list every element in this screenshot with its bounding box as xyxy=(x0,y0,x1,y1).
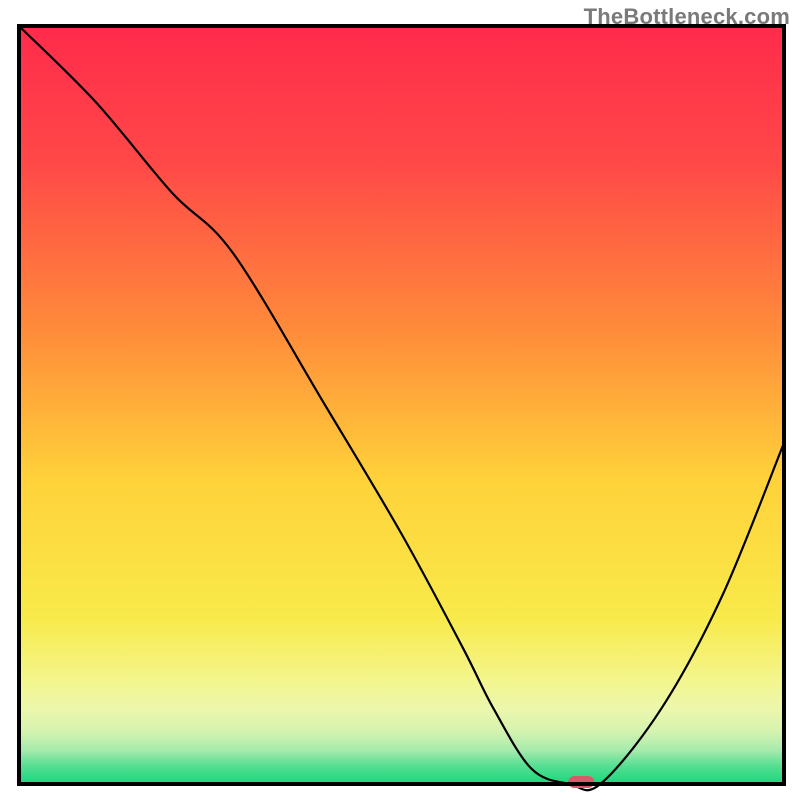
bottleneck-chart: TheBottleneck.com xyxy=(0,0,800,800)
chart-svg xyxy=(0,0,800,800)
plot-background xyxy=(19,26,784,784)
watermark-label: TheBottleneck.com xyxy=(584,4,790,30)
